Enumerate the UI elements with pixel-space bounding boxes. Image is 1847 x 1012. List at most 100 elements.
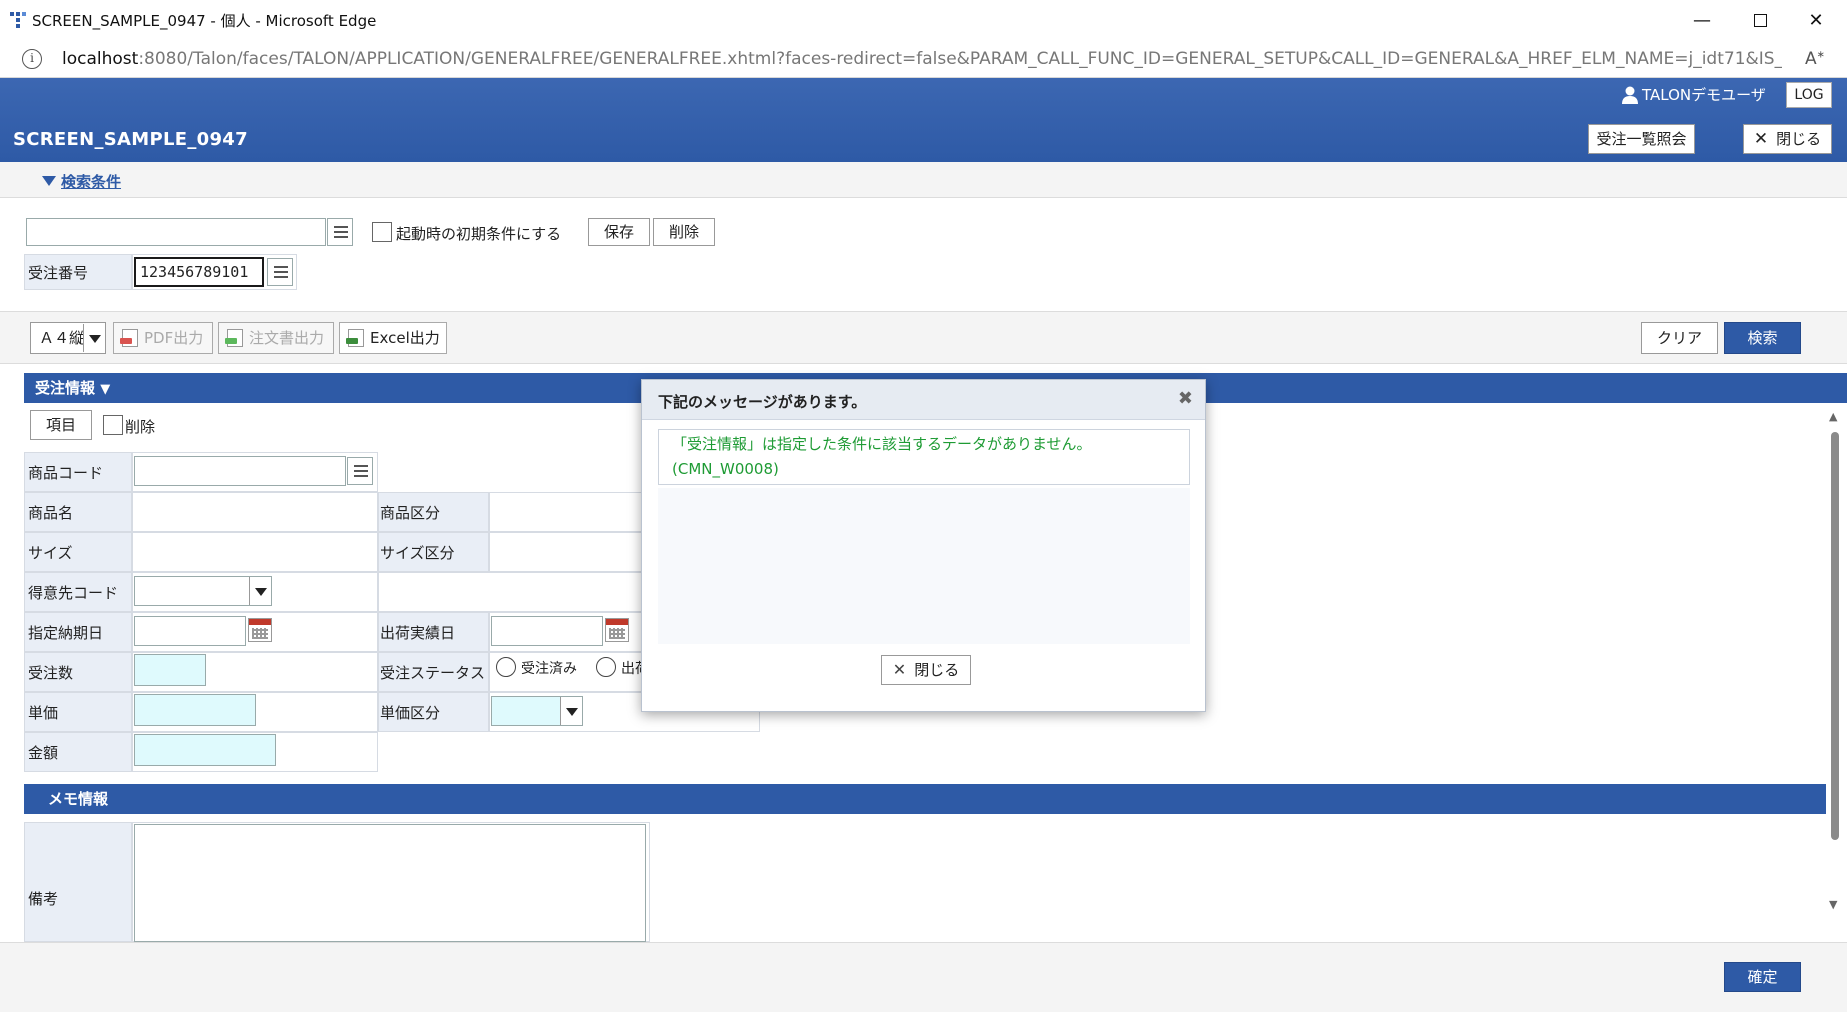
- url-host: localhost: [62, 49, 139, 69]
- dialog-body: [658, 488, 1190, 644]
- label-cell: [24, 822, 132, 942]
- order-no-input[interactable]: 123456789101: [134, 257, 264, 287]
- dialog-close-label: 閉じる: [914, 661, 960, 679]
- delete-row-label: 削除: [125, 418, 156, 436]
- saved-condition-input[interactable]: [26, 218, 326, 246]
- logout-button[interactable]: LOG: [1786, 82, 1832, 108]
- chevron-down-icon: [560, 697, 582, 725]
- ship-date-input[interactable]: [491, 616, 603, 646]
- pdf-icon: [120, 329, 138, 347]
- memo-title: メモ情報: [48, 790, 109, 808]
- product-name-label: 商品名: [28, 504, 74, 522]
- url-field[interactable]: localhost:8080/Talon/faces/TALON/APPLICA…: [62, 49, 1782, 69]
- window-title: SCREEN_SAMPLE_0947 - 個人 - Microsoft Edge: [32, 12, 377, 30]
- scroll-up-icon[interactable]: ▲: [1829, 410, 1837, 423]
- read-aloud-icon[interactable]: A∗: [1805, 49, 1825, 69]
- size-label: サイズ: [28, 544, 73, 562]
- status-label: 受注ステータス: [380, 664, 486, 682]
- qty-label: 受注数: [28, 664, 74, 682]
- collapse-triangle-icon[interactable]: [42, 176, 56, 186]
- customer-code-label: 得意先コード: [28, 584, 119, 602]
- product-code-list-icon[interactable]: [347, 457, 373, 485]
- message-dialog: 下記のメッセージがあります。 ✖ 「受注情報」は指定した条件に該当するデータがあ…: [641, 379, 1206, 712]
- order-info-title: 受注情報: [35, 379, 96, 397]
- user-name: TALONデモユーザ: [1642, 86, 1766, 104]
- due-date-label: 指定納期日: [28, 624, 104, 642]
- price-class-select[interactable]: [491, 696, 583, 726]
- search-conditions-toggle[interactable]: 検索条件: [61, 171, 121, 192]
- initial-condition-label: 起動時の初期条件にする: [396, 225, 562, 243]
- calendar-icon[interactable]: [248, 618, 272, 642]
- status-radio-shipped[interactable]: [596, 657, 616, 677]
- excel-output-button[interactable]: Excel出力: [339, 322, 447, 354]
- order-no-label: 受注番号: [28, 264, 89, 282]
- status-ordered-label: 受注済み: [521, 661, 577, 677]
- dialog-header: 下記のメッセージがあります。 ✖: [642, 380, 1205, 420]
- url-path: :8080/Talon/faces/TALON/APPLICATION/GENE…: [138, 49, 1782, 69]
- info-icon[interactable]: i: [22, 49, 42, 69]
- dialog-close-button[interactable]: ✕ 閉じる: [881, 655, 971, 685]
- chevron-down-icon: [249, 577, 271, 605]
- expand-triangle-icon: ▼: [100, 382, 111, 397]
- talon-app-icon: [10, 12, 26, 28]
- order-sheet-output-button[interactable]: 注文書出力: [218, 322, 334, 354]
- amount-input[interactable]: [134, 734, 276, 766]
- close-icon: ✕: [892, 660, 907, 679]
- paper-size-select[interactable]: Ａ４縦: [30, 322, 106, 354]
- delete-row-checkbox[interactable]: [103, 415, 123, 435]
- product-name-value: [132, 492, 378, 532]
- excel-icon: [346, 329, 364, 347]
- footer-bar: 確定: [0, 942, 1847, 1012]
- dialog-title: 下記のメッセージがあります。: [658, 393, 867, 411]
- clear-button[interactable]: クリア: [1641, 322, 1718, 354]
- remark-textarea[interactable]: [134, 824, 646, 942]
- vertical-scrollbar[interactable]: ▲ ▼: [1828, 410, 1842, 914]
- condition-list-icon[interactable]: [327, 218, 353, 246]
- user-icon: [1622, 86, 1638, 104]
- minimize-icon[interactable]: —: [1674, 6, 1730, 34]
- product-code-input[interactable]: [134, 456, 346, 486]
- user-info: TALONデモユーザ: [1622, 84, 1766, 105]
- save-condition-button[interactable]: 保存: [588, 218, 650, 246]
- unit-price-input[interactable]: [134, 694, 256, 726]
- excel-icon: [225, 329, 243, 347]
- ship-date-label: 出荷実績日: [380, 624, 456, 642]
- product-code-label: 商品コード: [28, 464, 104, 482]
- order-no-list-icon[interactable]: [267, 258, 293, 286]
- pdf-output-button[interactable]: PDF出力: [113, 322, 213, 354]
- window-titlebar: SCREEN_SAMPLE_0947 - 個人 - Microsoft Edge…: [0, 0, 1847, 40]
- message-code: (CMN_W0008): [672, 460, 779, 478]
- confirm-button[interactable]: 確定: [1724, 962, 1801, 992]
- size-class-label: サイズ区分: [380, 544, 455, 562]
- order-list-button[interactable]: 受注一覧照会: [1588, 124, 1695, 154]
- search-button[interactable]: 検索: [1724, 322, 1801, 354]
- product-class-label: 商品区分: [380, 504, 441, 522]
- initial-condition-checkbox[interactable]: [372, 222, 392, 242]
- memo-section-header: メモ情報: [24, 784, 1826, 814]
- customer-code-select[interactable]: [134, 576, 272, 606]
- scrollbar-thumb[interactable]: [1831, 432, 1839, 840]
- message-text: 「受注情報」は指定した条件に該当するデータがありません。: [672, 435, 1092, 453]
- price-class-label: 単価区分: [380, 704, 441, 722]
- scroll-down-icon[interactable]: ▼: [1829, 898, 1837, 911]
- delete-condition-button[interactable]: 削除: [653, 218, 715, 246]
- pdf-output-label: PDF出力: [144, 329, 204, 347]
- dialog-close-icon[interactable]: ✖: [1178, 388, 1193, 409]
- search-conditions-panel: 起動時の初期条件にする 保存 削除 受注番号 123456789101: [0, 198, 1847, 312]
- calendar-icon[interactable]: [605, 618, 629, 642]
- maximize-icon[interactable]: [1732, 6, 1788, 34]
- item-button[interactable]: 項目: [30, 410, 92, 440]
- due-date-input[interactable]: [134, 616, 246, 646]
- action-toolbar: Ａ４縦 PDF出力 注文書出力 Excel出力 クリア 検索: [0, 312, 1847, 364]
- unit-price-label: 単価: [28, 704, 59, 722]
- search-conditions-header: 検索条件: [0, 162, 1847, 198]
- chevron-down-icon: [83, 324, 105, 352]
- qty-input[interactable]: [134, 654, 206, 686]
- screen-title: SCREEN_SAMPLE_0947: [13, 129, 248, 150]
- header-close-label: 閉じる: [1776, 130, 1822, 148]
- close-window-icon[interactable]: ✕: [1788, 6, 1844, 34]
- address-bar: i localhost:8080/Talon/faces/TALON/APPLI…: [0, 40, 1847, 78]
- status-radio-ordered[interactable]: [496, 657, 516, 677]
- header-close-button[interactable]: ✕ 閉じる: [1743, 124, 1832, 154]
- order-sheet-output-label: 注文書出力: [249, 329, 325, 347]
